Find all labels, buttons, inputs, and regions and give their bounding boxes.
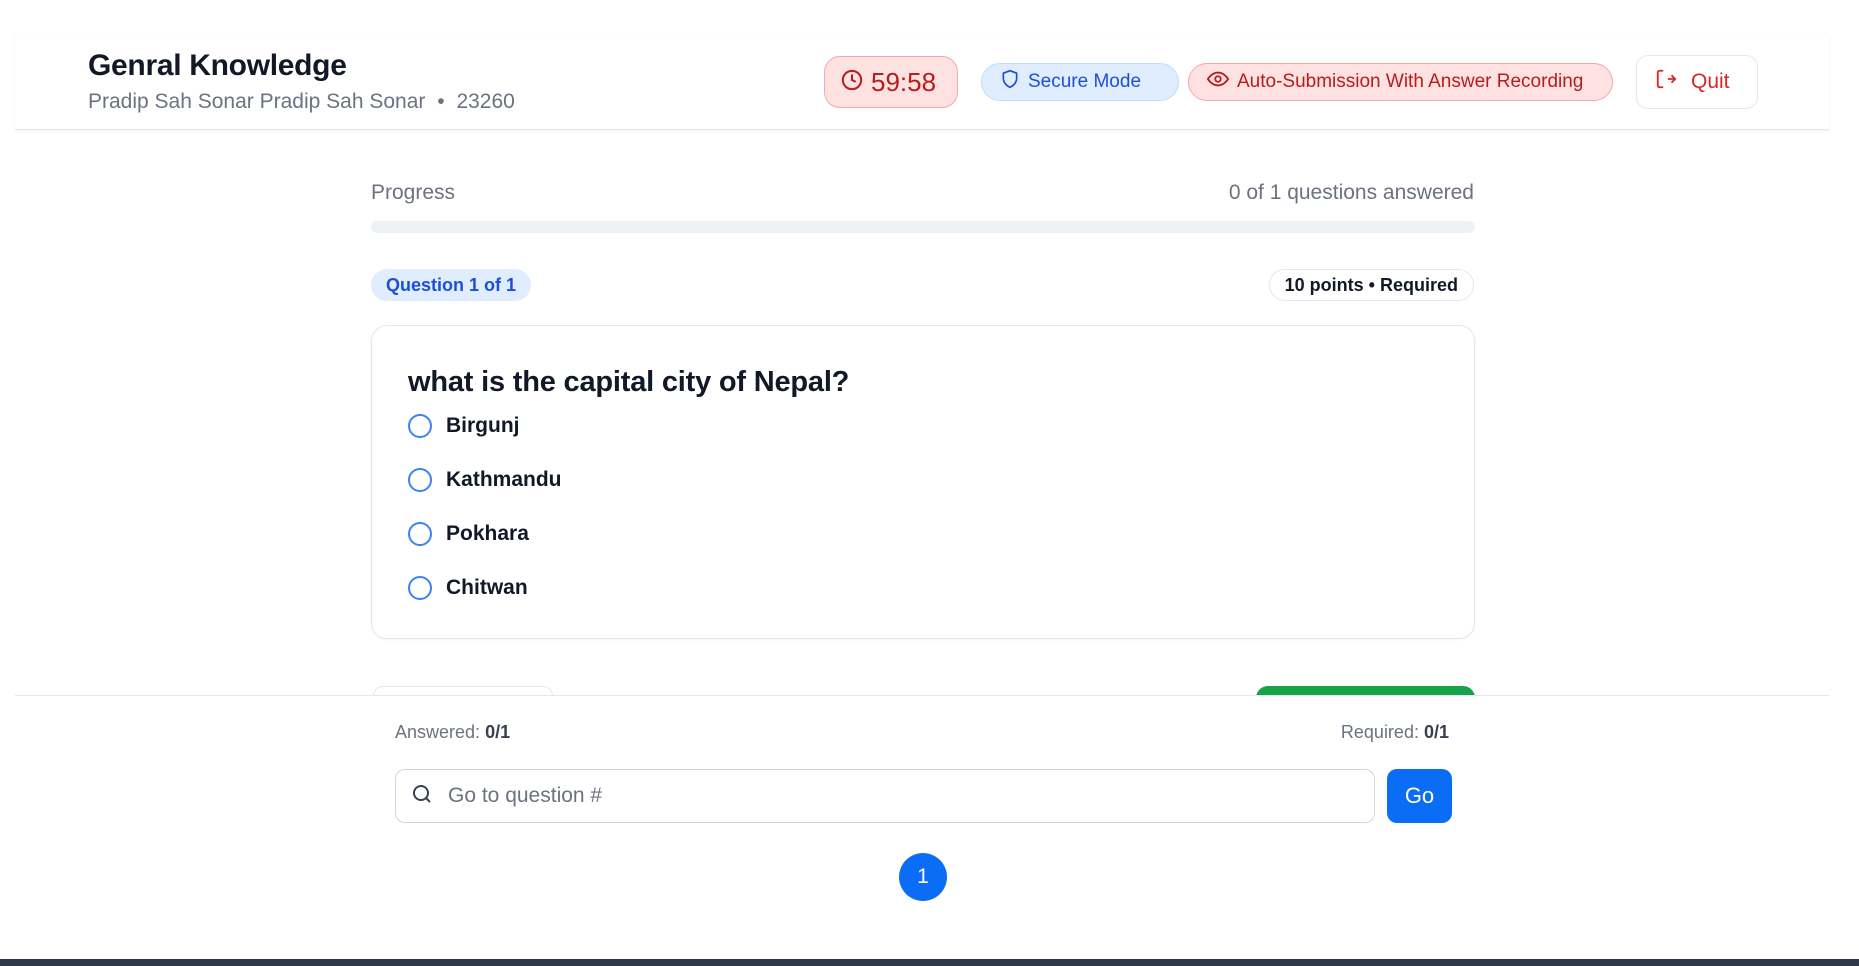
separator-dot: • — [437, 90, 445, 113]
exam-header: Genral Knowledge Pradip Sah Sonar Pradip… — [15, 34, 1829, 130]
option-chitwan[interactable]: Chitwan — [408, 576, 528, 600]
secure-mode-label: Secure Mode — [1028, 71, 1142, 92]
option-label: Chitwan — [446, 576, 528, 599]
auto-submission-label: Auto-Submission With Answer Recording — [1237, 71, 1584, 92]
progress-bar — [371, 221, 1475, 233]
option-kathmandu[interactable]: Kathmandu — [408, 468, 562, 492]
shield-icon — [1000, 69, 1020, 95]
radio-button[interactable] — [408, 576, 432, 600]
answered-count: Answered: 0/1 — [395, 722, 510, 743]
timer-text: 59:58 — [871, 66, 937, 97]
question-navigator: Answered: 0/1 Required: 0/1 Go 1 — [15, 695, 1829, 960]
auto-submission-badge: Auto-Submission With Answer Recording — [1188, 63, 1613, 101]
eye-icon — [1206, 68, 1230, 96]
exam-title: Genral Knowledge — [88, 49, 347, 82]
progress-label: Progress — [371, 181, 456, 204]
logout-icon — [1655, 68, 1677, 96]
goto-question-input[interactable] — [448, 784, 1360, 808]
search-icon — [410, 782, 434, 811]
student-info: Pradip Sah Sonar Pradip Sah Sonar • 2326… — [88, 90, 515, 114]
required-label: Required: — [1340, 722, 1419, 742]
student-id: 23260 — [456, 90, 515, 113]
timer-badge: 59:58 — [824, 56, 958, 108]
question-number-badge: Question 1 of 1 — [371, 269, 532, 301]
radio-button[interactable] — [408, 414, 432, 438]
go-button[interactable]: Go — [1387, 769, 1452, 823]
radio-button[interactable] — [408, 522, 432, 546]
option-birgunj[interactable]: Birgunj — [408, 414, 520, 438]
required-value: 0/1 — [1423, 722, 1449, 742]
option-label: Kathmandu — [446, 468, 562, 491]
option-label: Birgunj — [446, 414, 520, 437]
question-card: what is the capital city of Nepal? Birgu… — [371, 325, 1475, 639]
answered-value: 0/1 — [485, 722, 511, 742]
question-page-1[interactable]: 1 — [899, 853, 947, 901]
question-text: what is the capital city of Nepal? — [408, 366, 850, 398]
points-badge: 10 points • Required — [1268, 269, 1474, 301]
clock-icon — [841, 67, 863, 98]
quit-label: Quit — [1691, 70, 1730, 93]
student-name: Pradip Sah Sonar Pradip Sah Sonar — [88, 90, 426, 113]
progress-count: 0 of 1 questions answered — [1228, 181, 1474, 204]
bottom-edge-bar — [0, 959, 1859, 966]
secure-mode-badge: Secure Mode — [981, 63, 1179, 101]
radio-button[interactable] — [408, 468, 432, 492]
option-pokhara[interactable]: Pokhara — [408, 522, 529, 546]
required-count: Required: 0/1 — [1341, 722, 1449, 743]
quit-button[interactable]: Quit — [1636, 55, 1758, 109]
answered-label: Answered: — [395, 722, 481, 742]
goto-question-field[interactable] — [395, 769, 1375, 823]
option-label: Pokhara — [446, 522, 529, 545]
